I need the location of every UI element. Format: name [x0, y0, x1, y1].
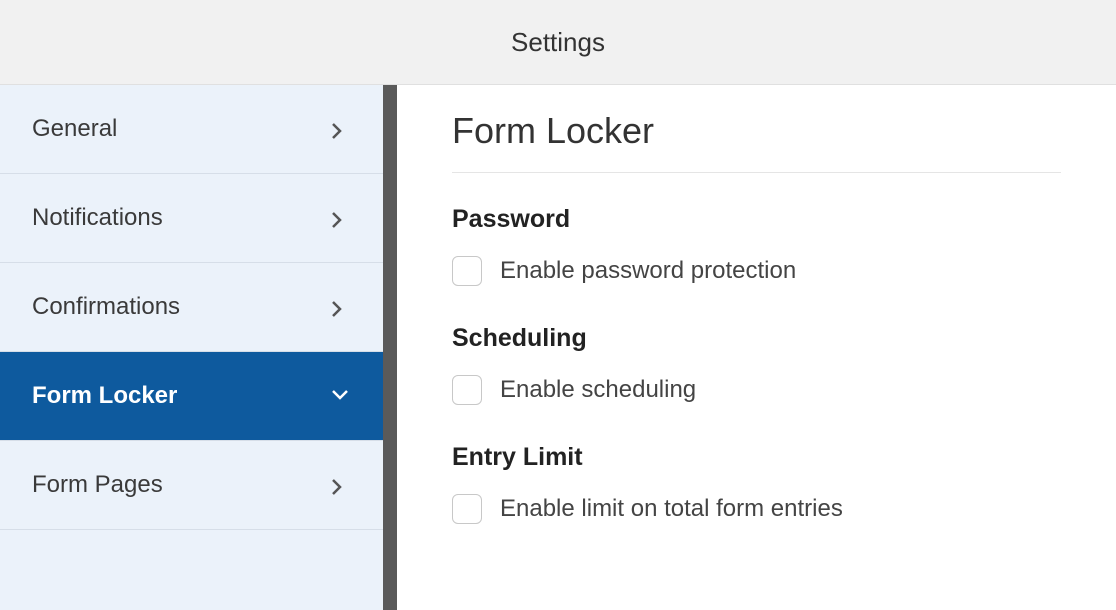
- section-entry-limit: Entry Limit Enable limit on total form e…: [452, 443, 1061, 524]
- sidebar-item-form-pages[interactable]: Form Pages: [0, 441, 383, 530]
- checkbox-entry-limit[interactable]: [452, 494, 482, 524]
- settings-header: Settings: [0, 0, 1116, 85]
- sidebar-item-label: Form Locker: [32, 382, 177, 410]
- header-title: Settings: [511, 27, 605, 58]
- content-panel: Form Locker Password Enable password pro…: [397, 85, 1116, 610]
- checkbox-label: Enable limit on total form entries: [500, 495, 843, 523]
- chevron-right-icon: [331, 478, 345, 492]
- settings-sidebar: General Notifications Confirmations Form…: [0, 85, 397, 610]
- sidebar-item-form-locker[interactable]: Form Locker: [0, 352, 383, 441]
- checkbox-scheduling[interactable]: [452, 375, 482, 405]
- sidebar-item-notifications[interactable]: Notifications: [0, 174, 383, 263]
- sidebar-item-label: Confirmations: [32, 293, 180, 321]
- sidebar-item-general[interactable]: General: [0, 85, 383, 174]
- section-title: Scheduling: [452, 324, 1061, 353]
- checkbox-label: Enable password protection: [500, 257, 796, 285]
- sidebar-item-label: Notifications: [32, 204, 163, 232]
- sidebar-item-label: General: [32, 115, 117, 143]
- checkbox-row-password: Enable password protection: [452, 256, 1061, 286]
- main-container: General Notifications Confirmations Form…: [0, 85, 1116, 610]
- checkbox-password-protection[interactable]: [452, 256, 482, 286]
- sidebar-item-confirmations[interactable]: Confirmations: [0, 263, 383, 352]
- checkbox-row-entry-limit: Enable limit on total form entries: [452, 494, 1061, 524]
- section-password: Password Enable password protection: [452, 205, 1061, 286]
- section-title: Password: [452, 205, 1061, 234]
- chevron-down-icon: [331, 389, 345, 403]
- checkbox-row-scheduling: Enable scheduling: [452, 375, 1061, 405]
- chevron-right-icon: [331, 300, 345, 314]
- page-title: Form Locker: [452, 110, 1061, 173]
- sidebar-item-label: Form Pages: [32, 471, 163, 499]
- chevron-right-icon: [331, 211, 345, 225]
- section-title: Entry Limit: [452, 443, 1061, 472]
- checkbox-label: Enable scheduling: [500, 376, 696, 404]
- chevron-right-icon: [331, 122, 345, 136]
- section-scheduling: Scheduling Enable scheduling: [452, 324, 1061, 405]
